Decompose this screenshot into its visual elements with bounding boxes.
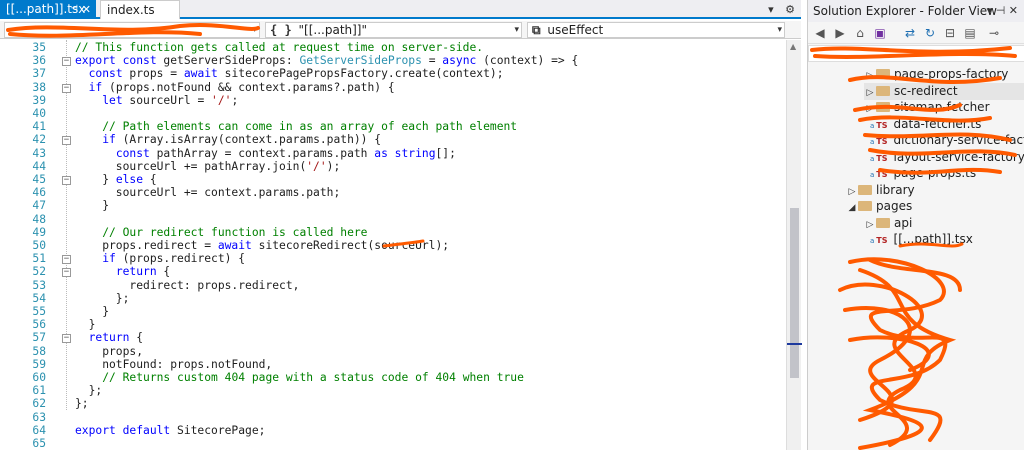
- collapse-toggle-icon[interactable]: −: [62, 136, 71, 146]
- collapse-all-icon[interactable]: ⊟: [942, 25, 958, 41]
- pin-icon[interactable]: ▾ ⊣ ✕: [987, 0, 1018, 22]
- code-editor[interactable]: [[...path]].tsx ⊣ ✕ index.ts ▾ ⚙ ▾ { } "…: [0, 0, 802, 450]
- show-all-files-icon[interactable]: ▤: [962, 25, 978, 41]
- chevron-down-icon[interactable]: ▾: [777, 23, 782, 37]
- tree-node-label: library: [876, 182, 915, 197]
- tree-folder-node[interactable]: ◢ pages: [846, 198, 1024, 215]
- collapse-toggle-icon[interactable]: −: [62, 334, 71, 344]
- typescript-file-icon: TS: [876, 170, 888, 179]
- folder-icon: [876, 102, 890, 112]
- tree-file-node[interactable]: a TS [[...path]].tsx: [870, 231, 1024, 248]
- document-tab-strip: [[...path]].tsx ⊣ ✕ index.ts ▾ ⚙: [0, 0, 801, 19]
- scrollbar-thumb[interactable]: [790, 208, 799, 378]
- expanded-arrow-icon[interactable]: ◢: [846, 200, 858, 217]
- line-number: 65: [32, 437, 46, 450]
- member-dropdown[interactable]: { } "[[...path]]" ▾: [265, 22, 522, 38]
- scroll-up-icon[interactable]: ▲: [790, 42, 796, 51]
- home-icon[interactable]: ⌂: [852, 25, 868, 41]
- collapse-toggle-icon[interactable]: −: [62, 268, 71, 278]
- gear-icon[interactable]: ⚙: [785, 3, 795, 16]
- code-line[interactable]: 65: [0, 436, 786, 450]
- folder-icon: [858, 184, 872, 195]
- tab-index-ts[interactable]: index.ts: [100, 0, 180, 19]
- back-icon[interactable]: ◀: [812, 25, 828, 41]
- tree-file-node[interactable]: a TS page-props.ts: [870, 165, 1024, 182]
- lock-icon: a: [870, 237, 875, 245]
- forward-icon[interactable]: ▶: [832, 25, 848, 41]
- caret-position-marker: [787, 343, 802, 345]
- typescript-file-icon: TS: [876, 137, 888, 146]
- solution-explorer-toolbar: ◀ ▶ ⌂ ▣ ⇄ ↻ ⊟ ▤ ⊸: [808, 22, 1024, 44]
- dropdown-icon[interactable]: ▾: [768, 3, 774, 16]
- tree-node-label: sc-redirect: [894, 83, 958, 98]
- chevron-down-icon[interactable]: ▾: [252, 23, 257, 37]
- tree-node-label: api: [894, 215, 913, 230]
- tree-node-label: page-props.ts: [893, 166, 977, 180]
- tree-node-label: [[...path]].tsx: [893, 232, 973, 246]
- symbol-icon: ⧉: [532, 23, 541, 37]
- tree-folder-node[interactable]: ▷ page-props-factory: [864, 66, 1024, 83]
- sync-icon[interactable]: ⇄: [902, 25, 918, 41]
- tab-path-tsx[interactable]: [[...path]].tsx ⊣ ✕: [0, 0, 96, 19]
- collapse-toggle-icon[interactable]: −: [62, 83, 71, 93]
- vertical-scrollbar[interactable]: ▲: [786, 40, 802, 450]
- tree-folder-node[interactable]: ▷ sitemap-fetcher: [864, 99, 1024, 116]
- tree-folder-node[interactable]: ▷ library: [846, 182, 1024, 199]
- folder-icon: [858, 201, 872, 211]
- tree-node-label: layout-service-factory.ts: [893, 149, 1024, 164]
- symbol-dropdown[interactable]: ⧉ useEffect ▾: [527, 22, 785, 38]
- tree-folder-node[interactable]: ▷ sc-redirect: [864, 82, 1024, 100]
- tree-file-node[interactable]: a TS data-fetcher.ts: [870, 116, 1024, 133]
- tab-label: index.ts: [107, 3, 155, 17]
- symbol-dropdown-value: useEffect: [547, 23, 604, 37]
- tree-node-label: dictionary-service-factory.ts: [893, 133, 1024, 147]
- member-dropdown-value: "[[...path]]": [298, 23, 368, 37]
- chevron-down-icon[interactable]: ▾: [514, 23, 519, 37]
- tree-node-label: data-fetcher.ts: [893, 116, 982, 131]
- solution-explorer-title-bar: Solution Explorer - Folder View ▾ ⊣ ✕: [808, 0, 1024, 22]
- collapse-toggle-icon[interactable]: −: [62, 57, 71, 67]
- close-icon[interactable]: ✕: [82, 0, 91, 19]
- code-area[interactable]: 35// This function gets called at reques…: [0, 40, 786, 450]
- tree-node-label: pages: [876, 199, 913, 213]
- tree-node-label: page-props-factory: [894, 67, 1009, 81]
- typescript-file-icon: TS: [876, 120, 888, 130]
- solution-explorer-panel: Solution Explorer - Folder View ▾ ⊣ ✕ ◀ …: [807, 0, 1024, 450]
- tree-folder-node[interactable]: ▷ api: [864, 215, 1024, 232]
- tree-file-node[interactable]: aTSdictionary-service-factory.ts: [870, 132, 1024, 149]
- panel-title: Solution Explorer - Folder View: [813, 4, 997, 18]
- typescript-file-icon: TS: [876, 236, 888, 245]
- tabstrip-actions: ▾ ⚙: [760, 0, 795, 19]
- folder-icon: [876, 69, 890, 79]
- namespace-icon: { }: [270, 23, 292, 37]
- tree-node-label: sitemap-fetcher: [894, 100, 990, 114]
- search-solution-input[interactable]: [808, 45, 1024, 62]
- tree-file-node[interactable]: a TS layout-service-factory.ts: [870, 149, 1024, 166]
- typescript-file-icon: TS: [876, 153, 888, 163]
- project-scope-dropdown[interactable]: ▾: [4, 22, 260, 38]
- collapse-toggle-icon[interactable]: −: [62, 255, 71, 265]
- navigation-bar: ▾ { } "[[...path]]" ▾ ⧉ useEffect ▾: [0, 21, 801, 39]
- folder-icon: [876, 217, 890, 228]
- folder-tree: ▷ page-props-factory ▷ sc-redirect ▷ sitemap-…: [808, 62, 1024, 450]
- properties-icon[interactable]: ⊸: [986, 25, 1002, 41]
- collapse-toggle-icon[interactable]: −: [62, 176, 71, 185]
- switch-views-icon[interactable]: ▣: [872, 25, 888, 41]
- refresh-icon[interactable]: ↻: [922, 25, 938, 41]
- folder-icon: [876, 85, 890, 96]
- pin-icon[interactable]: ⊣: [70, 0, 78, 19]
